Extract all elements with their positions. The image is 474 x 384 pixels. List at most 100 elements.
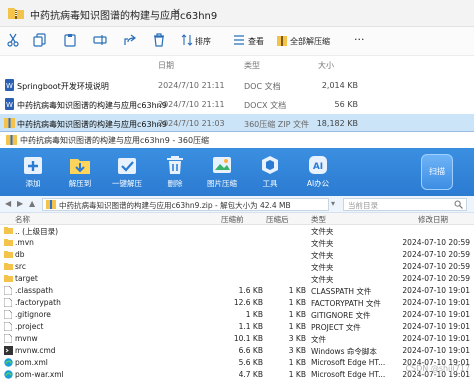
archive-file-type: PROJECT 文件 <box>311 323 361 332</box>
scan-label: 扫描 <box>429 167 445 176</box>
column-header-compressed[interactable]: 压缩前 <box>221 214 244 225</box>
archive-file-row[interactable]: mvnw.cmd 6.6 KB 3 KB Windows 命令脚本 2024-07-10… <box>0 345 474 357</box>
column-header-packed-size[interactable]: 压缩后 <box>266 214 289 225</box>
image-compress-icon <box>211 154 233 176</box>
archive-file-type: FACTORYPATH 文件 <box>311 299 381 308</box>
folder-icon <box>4 238 13 246</box>
rename-icon[interactable] <box>93 33 107 49</box>
more-options-button[interactable]: ··· <box>354 33 365 46</box>
add-button[interactable]: 添加 <box>11 151 55 195</box>
file-name: Springboot开发环境说明 <box>17 82 109 91</box>
explorer-file-row[interactable]: W Springboot开发环境说明 2024/7/10 21:11 DOC 文… <box>0 76 474 95</box>
extract-all-button[interactable]: 全部解压缩 <box>290 36 330 47</box>
sort-button[interactable]: 排序 <box>195 36 211 47</box>
path-dropdown-chevron-icon[interactable]: ▾ <box>331 199 335 208</box>
file-size: 2,014 KB <box>321 81 358 90</box>
back-arrow-icon[interactable]: ◀ <box>5 199 11 208</box>
extract-to-button[interactable]: 解压到 <box>58 151 102 195</box>
column-header-name[interactable]: 名称 <box>15 214 30 225</box>
column-header-type[interactable]: 类型 <box>244 60 260 71</box>
archive-search-field[interactable]: 当前目录 <box>343 198 467 211</box>
extract-all-icon[interactable] <box>276 33 288 49</box>
image-compress-button[interactable]: 图片压缩 <box>200 151 244 195</box>
archive-file-packed-size: 3 KB <box>288 346 306 355</box>
archive-file-row[interactable]: .project 1.1 KB 1 KB PROJECT 文件 2024-07-10 1… <box>0 321 474 333</box>
archive-file-type: 文件夹 <box>311 275 334 284</box>
archive-search-placeholder: 当前目录 <box>348 201 378 210</box>
archive-column-header: 名称 压缩前 压缩后 类型 修改日期 <box>0 213 474 225</box>
archive-file-name: .project <box>15 322 44 331</box>
explorer-close-tab-button[interactable]: × <box>172 5 181 18</box>
paste-icon[interactable] <box>63 33 77 49</box>
explorer-file-row[interactable]: W 中药抗病毒知识图谱的构建与应用c63hn9 2024/7/10 21:11 … <box>0 95 474 114</box>
word-doc-icon: W <box>4 79 15 91</box>
up-arrow-icon[interactable]: ▲ <box>29 199 35 208</box>
archive-file-row[interactable]: pom.xml 5.6 KB 1 KB Microsoft Edge HT... 202… <box>0 357 474 369</box>
view-icon[interactable] <box>233 33 245 49</box>
zip-folder-icon <box>8 6 24 19</box>
archive-file-type: 文件夹 <box>311 227 334 236</box>
one-click-extract-button[interactable]: 一键解压 <box>105 151 149 195</box>
archive-file-row[interactable]: mvnw 10.1 KB 3 KB 文件 2024-07-10 19:01 <box>0 333 474 345</box>
archive-file-row[interactable]: .classpath 1.6 KB 1 KB CLASSPATH 文件 2024-07-… <box>0 285 474 297</box>
delete-icon[interactable] <box>152 33 166 49</box>
csdn-watermark: CSDN @shiji717 <box>405 364 470 373</box>
ai-office-icon: AI <box>307 154 329 176</box>
word-doc-icon: W <box>4 98 15 110</box>
archive-file-date: 2024-07-10 20:59 <box>402 262 470 271</box>
archive-file-row[interactable]: .gitignore 1 KB 1 KB GITIGNORE 文件 2024-07-10… <box>0 309 474 321</box>
forward-arrow-icon[interactable]: ▶ <box>17 199 23 208</box>
archive-file-row[interactable]: db 文件夹 2024-07-10 20:59 <box>0 249 474 261</box>
scan-button[interactable]: 扫描 <box>421 154 453 190</box>
column-header-size[interactable]: 大小 <box>318 60 334 71</box>
column-header-type[interactable]: 类型 <box>311 214 326 225</box>
column-header-date[interactable]: 日期 <box>158 60 174 71</box>
archive-file-packed-size: 1 KB <box>288 286 306 295</box>
add-label: 添加 <box>25 179 41 188</box>
archive-file-packed-size: 1 KB <box>288 358 306 367</box>
tools-label: 工具 <box>262 179 278 188</box>
tools-button[interactable]: 工具 <box>248 151 292 195</box>
svg-text:AI: AI <box>313 162 323 172</box>
archive-file-row[interactable]: .factorypath 12.6 KB 1 KB FACTORYPATH 文件 202… <box>0 297 474 309</box>
edge-xml-icon <box>4 358 13 367</box>
archive-file-name: db <box>15 250 25 259</box>
sort-icon[interactable] <box>181 33 193 49</box>
delete-archive-item-button[interactable]: 删除 <box>153 151 197 195</box>
extract-to-icon <box>69 154 91 176</box>
archive-file-row[interactable]: target 文件夹 2024-07-10 20:59 <box>0 273 474 285</box>
share-icon[interactable] <box>123 33 137 49</box>
cmd-file-icon <box>4 346 13 355</box>
explorer-toolbar: 排序 查看 全部解压缩 ··· <box>0 27 474 56</box>
archive-file-name: .factorypath <box>15 298 61 307</box>
archive-file-packed-size: 3 KB <box>288 334 306 343</box>
ai-office-button[interactable]: AI AI办公 <box>296 151 340 195</box>
archive-path-field[interactable]: 中药抗病毒知识图谱的构建与应用c63hn9.zip - 解包大小为 42.4 M… <box>42 198 367 211</box>
archive-file-date: 2024-07-10 20:59 <box>402 238 470 247</box>
archive-file-row[interactable]: .mvn 文件夹 2024-07-10 20:59 <box>0 237 474 249</box>
column-header-modified-date[interactable]: 修改日期 <box>418 214 448 225</box>
copy-icon[interactable] <box>33 33 47 49</box>
archive-file-row[interactable]: src 文件夹 2024-07-10 20:59 <box>0 261 474 273</box>
archive-file-type: Microsoft Edge HT... <box>311 370 386 379</box>
file-icon <box>4 322 12 331</box>
file-icon <box>4 310 12 319</box>
archive-file-date: 2024-07-10 19:01 <box>402 322 470 331</box>
zip-archive-icon <box>4 117 15 129</box>
archive-file-row[interactable]: .. (上级目录) 文件夹 <box>0 225 474 237</box>
explorer-column-header: 日期 类型 大小 <box>0 56 474 74</box>
archive-file-name: mvnw <box>15 334 38 343</box>
file-type: 360压缩 ZIP 文件 <box>244 120 310 129</box>
archive-file-name: mvnw.cmd <box>15 346 56 355</box>
file-date: 2024/7/10 21:11 <box>158 81 225 90</box>
file-size: 56 KB <box>334 100 358 109</box>
file-type: DOC 文档 <box>244 82 281 91</box>
view-button[interactable]: 查看 <box>248 36 264 47</box>
extract-to-label: 解压到 <box>68 179 92 188</box>
search-icon[interactable] <box>454 200 463 209</box>
archive-file-row[interactable]: pom-war.xml 4.7 KB 1 KB Microsoft Edge HT..… <box>0 369 474 381</box>
archive-file-type: GITIGNORE 文件 <box>311 311 371 320</box>
edge-xml-icon <box>4 370 13 379</box>
archive-file-packed-size: 1 KB <box>288 310 306 319</box>
cut-icon[interactable] <box>6 33 20 49</box>
